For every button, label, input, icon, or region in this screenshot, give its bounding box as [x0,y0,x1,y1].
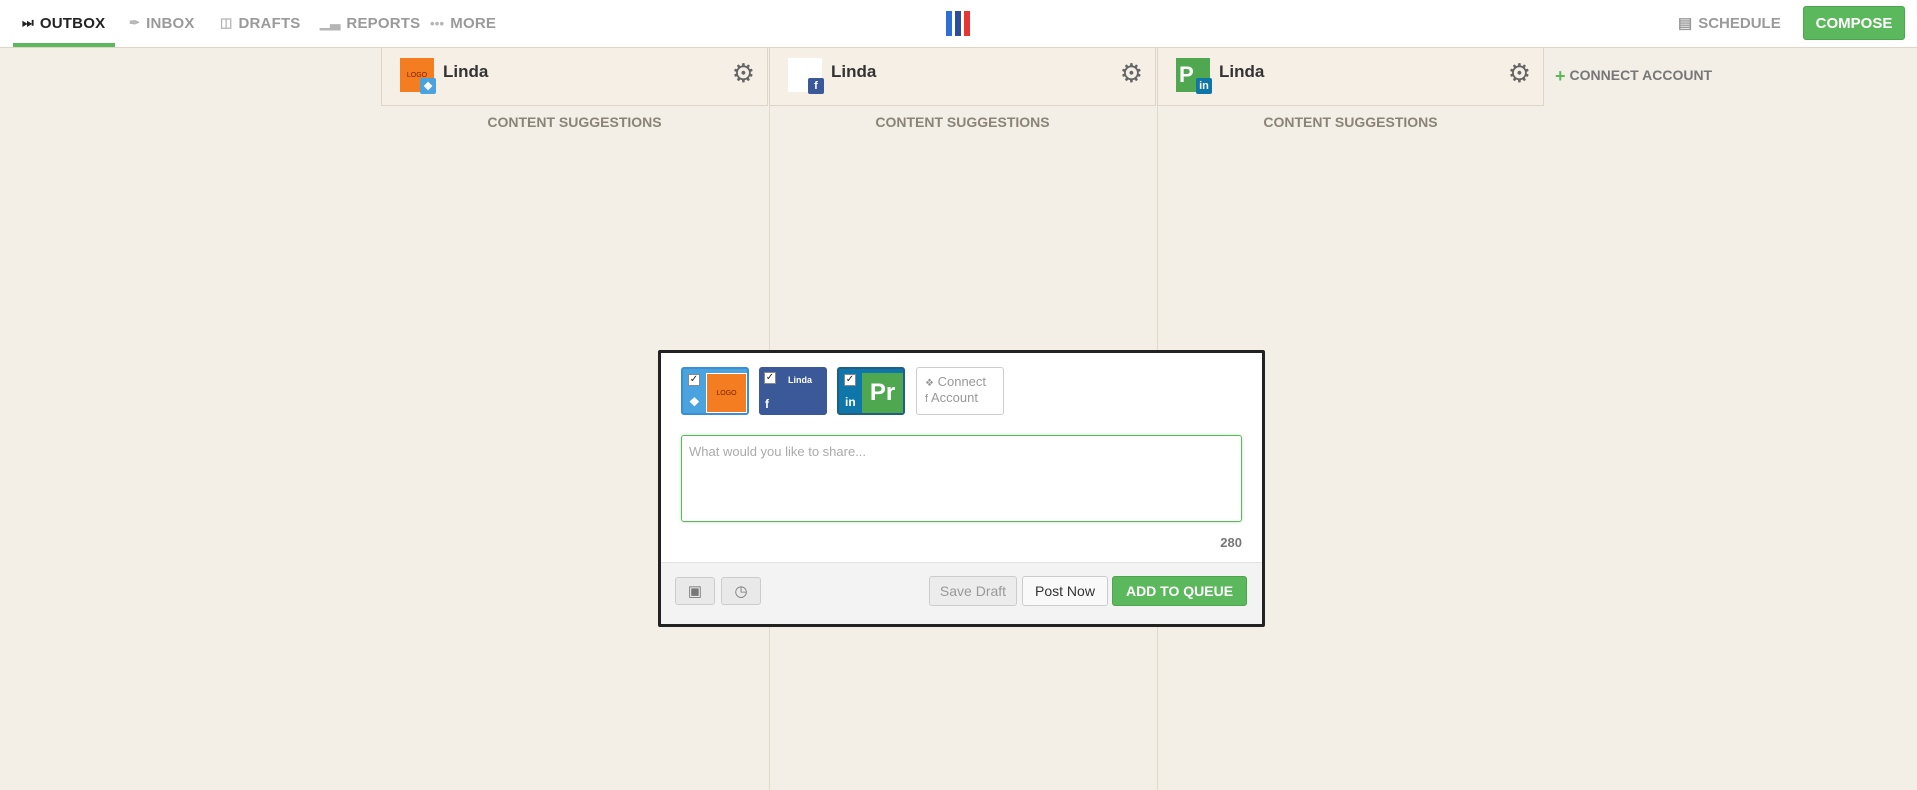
nav-tab-drafts[interactable]: ◫ DRAFTS [220,0,301,46]
twitter-icon: ❖ [925,378,934,389]
connect-account-label: CONNECT ACCOUNT [1569,67,1713,83]
content-suggestions-link[interactable]: CONTENT SUGGESTIONS [1157,114,1544,130]
add-photo-button[interactable]: ▣ [675,577,715,605]
account-label: Account [930,390,978,405]
facebook-icon: f [925,393,929,405]
compose-dialog: ✓ ❖ LOGO ✓ f Linda ✓ in Pr ❖ Connect f A… [658,350,1265,627]
schedule-button[interactable]: ▤ SCHEDULE [1678,0,1781,46]
save-draft-button[interactable]: Save Draft [929,576,1017,606]
nav-tab-inbox[interactable]: ✒ INBOX [129,0,195,46]
nav-tab-label: DRAFTS [238,14,301,32]
nav-tab-label: OUTBOX [39,14,106,32]
avatar: LOGO ❖ [400,58,436,94]
account-name: Linda [443,62,489,81]
character-count: 280 [1220,535,1242,550]
clock-icon: ◷ [734,583,748,600]
account-checkbox[interactable]: ✓ [688,374,700,386]
twitter-icon: ❖ [689,395,700,409]
account-name: Linda [1219,62,1265,81]
connect-account-link[interactable]: + CONNECT ACCOUNT [1555,66,1712,87]
linkedin-icon: in [845,395,856,409]
account-thumbnail: LOGO [706,373,747,413]
facebook-icon: f [808,78,824,94]
schedule-time-button[interactable]: ◷ [721,577,761,605]
linkedin-icon: in [1196,78,1212,94]
document-icon: ◫ [220,15,233,30]
content-suggestions-link[interactable]: CONTENT SUGGESTIONS [381,114,768,130]
camera-icon: ▣ [687,583,703,600]
avatar: f [788,58,824,94]
brand-logo[interactable] [946,11,972,36]
logo-bar-navy [955,11,961,36]
feather-icon: ✒ [129,15,141,30]
gear-icon[interactable]: ⚙ [1508,60,1531,86]
content-suggestions-link[interactable]: CONTENT SUGGESTIONS [769,114,1156,130]
nav-tab-label: MORE [450,14,497,32]
account-thumbnail: Linda [788,375,812,385]
bar-chart-icon: ▁▃ [320,15,341,30]
top-navigation-bar: ⏭ OUTBOX ✒ INBOX ◫ DRAFTS ▁▃ REPORTS •••… [0,0,1917,48]
gear-icon[interactable]: ⚙ [1120,60,1143,86]
nav-tab-reports[interactable]: ▁▃ REPORTS [320,0,420,46]
facebook-icon: f [765,397,769,411]
account-thumbnail: Pr [862,373,903,413]
account-toggle-facebook[interactable]: ✓ f Linda [759,367,827,415]
connect-account-tile[interactable]: ❖ Connect f Account [916,367,1004,415]
connect-row: f Account [925,390,978,405]
nav-tab-more[interactable]: ••• MORE [430,0,496,46]
twitter-icon: ❖ [420,78,436,94]
account-toggle-linkedin[interactable]: ✓ in Pr [837,367,905,415]
outbox-icon: ⏭ [22,15,34,30]
avatar: P in [1176,58,1212,94]
column-header-facebook: f Linda ⚙ [769,48,1156,106]
share-message-input[interactable] [681,435,1242,522]
nav-tab-outbox[interactable]: ⏭ OUTBOX [22,0,105,46]
connect-row: ❖ Connect [925,374,986,389]
column-header-twitter: LOGO ❖ Linda ⚙ [381,48,768,106]
nav-tab-label: REPORTS [346,14,421,32]
compose-button[interactable]: COMPOSE [1803,6,1905,40]
gear-icon[interactable]: ⚙ [732,60,755,86]
schedule-label: SCHEDULE [1698,14,1781,32]
column-header-linkedin: P in Linda ⚙ [1157,48,1544,106]
account-toggle-twitter[interactable]: ✓ ❖ LOGO [681,367,749,415]
active-tab-indicator [13,43,115,47]
connect-label: Connect [937,374,987,389]
nav-tab-label: INBOX [146,14,195,32]
add-to-queue-button[interactable]: ADD TO QUEUE [1112,576,1247,606]
ellipsis-icon: ••• [430,15,445,31]
post-now-button[interactable]: Post Now [1022,576,1108,606]
logo-bar-blue [946,11,952,36]
account-checkbox[interactable]: ✓ [844,374,856,386]
logo-bar-red [964,11,970,36]
compose-footer: ▣ ◷ Save Draft Post Now ADD TO QUEUE [661,562,1262,624]
plus-icon: + [1555,66,1566,86]
account-checkbox[interactable]: ✓ [764,372,776,384]
calendar-icon: ▤ [1678,15,1693,32]
account-name: Linda [831,62,877,81]
